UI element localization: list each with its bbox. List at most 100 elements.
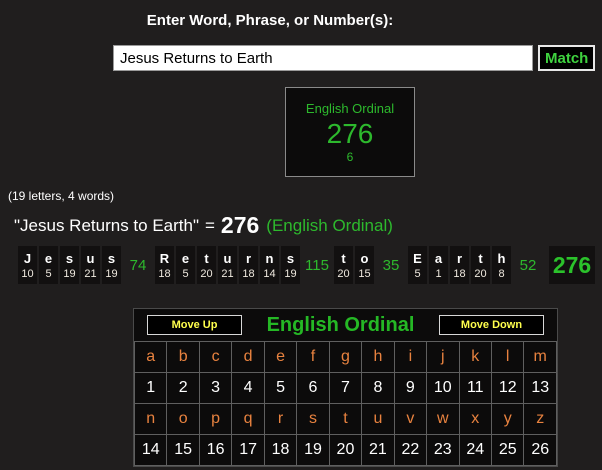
cipher-result-box[interactable]: English Ordinal 276 6 xyxy=(285,87,415,177)
breakdown-word: E 5 a 1 r 18 t 20 h 8 xyxy=(408,246,511,284)
breakdown-letter-value: 5 xyxy=(45,267,52,280)
breakdown-word-sum: 35 xyxy=(382,256,400,274)
cipher-table-title: English Ordinal xyxy=(266,313,415,336)
breakdown-letter-value: 21 xyxy=(84,267,97,280)
grid-value-cell: 16 xyxy=(198,434,233,466)
grid-value-cell: 10 xyxy=(426,372,460,404)
grid-value-cell: 5 xyxy=(263,372,298,404)
grid-value-cell: 24 xyxy=(458,434,492,466)
grid-value-cell: 7 xyxy=(328,372,363,404)
breakdown-letter-cell: t 20 xyxy=(197,246,216,284)
breakdown-letter: r xyxy=(456,250,463,266)
equation-value: 276 xyxy=(220,212,260,238)
breakdown-letter-cell: u 21 xyxy=(218,246,237,284)
breakdown-letter: s xyxy=(107,250,116,266)
grid-value-cell: 26 xyxy=(523,434,557,466)
breakdown-letter: J xyxy=(23,250,32,266)
breakdown-letter-value: 21 xyxy=(221,267,234,280)
grid-value-cell: 20 xyxy=(328,434,363,466)
grid-value-cell: 25 xyxy=(490,434,525,466)
grid-letter-cell: x xyxy=(458,403,492,435)
grid-value-cell: 17 xyxy=(231,434,265,466)
phrase-input[interactable] xyxy=(113,45,533,71)
equation-line: "Jesus Returns to Earth" = 276 (English … xyxy=(14,212,602,239)
grid-value-cell: 12 xyxy=(490,372,525,404)
breakdown-letter-value: 1 xyxy=(435,267,442,280)
breakdown-letter-cell: R 18 xyxy=(155,246,174,284)
breakdown-word: R 18 e 5 t 20 u 21 r 18 n 14 s 19 xyxy=(155,246,300,284)
breakdown-letter-value: 19 xyxy=(284,267,297,280)
breakdown-letter: s xyxy=(65,250,74,266)
breakdown-letter-cell: E5 xyxy=(408,246,427,284)
letter-breakdown-row: J 10 e 5 s 19 u 21 s 19 74 R 18 e 5 t 20 u 21 r 18 n 14 s 19 115 t… xyxy=(18,246,602,284)
grid-letter-cell: r xyxy=(263,403,298,435)
breakdown-letter-cell: t 20 xyxy=(334,246,353,284)
grid-letter-cell: l xyxy=(490,341,525,373)
breakdown-letter-value: 5 xyxy=(414,267,421,280)
breakdown-letter-cell: o 15 xyxy=(355,246,374,284)
grid-value-cell: 1 xyxy=(133,372,168,404)
breakdown-letter-value: 19 xyxy=(63,267,76,280)
breakdown-letter-value: 20 xyxy=(200,267,213,280)
breakdown-letter: e xyxy=(44,250,53,266)
breakdown-letter: t xyxy=(341,250,346,266)
grid-letter-cell: d xyxy=(231,341,265,373)
grid-value-cell: 19 xyxy=(296,434,330,466)
breakdown-letter-cell: n 14 xyxy=(260,246,279,284)
grid-value-cell: 13 xyxy=(523,372,557,404)
grid-value-cell: 23 xyxy=(426,434,460,466)
breakdown-letter-value: 8 xyxy=(498,267,505,280)
grid-letter-cell: b xyxy=(166,341,200,373)
move-up-button[interactable]: Move Up xyxy=(147,315,242,335)
match-button[interactable]: Match xyxy=(538,45,596,71)
grid-letter-cell: e xyxy=(263,341,298,373)
grid-letter-cell: t xyxy=(328,403,363,435)
grid-letter-cell: n xyxy=(133,403,168,435)
cipher-value: 276 xyxy=(326,118,374,149)
breakdown-letter-cell: u 21 xyxy=(81,246,100,284)
equation-phrase: "Jesus Returns to Earth" xyxy=(14,215,199,235)
cipher-grid: a b c d e f g h i j k l m 1 2 3 4 5 6 7 8 9 10 11 12 13 n o p q r s t u v w… xyxy=(133,341,557,466)
grid-letter-cell: u xyxy=(361,403,395,435)
grid-value-cell: 21 xyxy=(361,434,395,466)
grid-value-cell: 14 xyxy=(133,434,168,466)
move-down-button[interactable]: Move Down xyxy=(438,315,544,335)
breakdown-letter-cell: e5 xyxy=(39,246,58,284)
breakdown-letter-cell: e5 xyxy=(176,246,195,284)
breakdown-letter: E xyxy=(413,250,422,266)
breakdown-letter: s xyxy=(286,250,295,266)
breakdown-letter-cell: a1 xyxy=(429,246,448,284)
grid-value-cell: 9 xyxy=(393,372,428,404)
grid-letter-cell: p xyxy=(198,403,233,435)
letters-words-count: (19 letters, 4 words) xyxy=(8,189,115,203)
breakdown-letter: R xyxy=(159,250,170,266)
grid-letter-cell: c xyxy=(198,341,233,373)
breakdown-letter-cell: s 19 xyxy=(102,246,121,284)
breakdown-letter: n xyxy=(265,250,274,266)
cipher-table-header: Move Up English Ordinal Move Down xyxy=(134,309,557,341)
grid-value-cell: 22 xyxy=(393,434,428,466)
breakdown-letter: u xyxy=(223,250,232,266)
breakdown-letter: u xyxy=(86,250,95,266)
breakdown-letter: e xyxy=(181,250,190,266)
grid-value-cell: 3 xyxy=(198,372,233,404)
breakdown-letter-value: 20 xyxy=(474,267,487,280)
grid-letter-cell: g xyxy=(328,341,363,373)
equation-cipher: (English Ordinal) xyxy=(266,215,393,235)
search-bar: Match xyxy=(113,45,602,71)
breakdown-letter-cell: r 18 xyxy=(450,246,469,284)
grid-letter-cell: q xyxy=(231,403,265,435)
breakdown-letter-value: 19 xyxy=(105,267,118,280)
breakdown-letter: t xyxy=(478,250,483,266)
breakdown-letter-value: 18 xyxy=(453,267,466,280)
breakdown-total: 276 xyxy=(549,246,595,284)
breakdown-letter-value: 18 xyxy=(158,267,171,280)
grid-letter-cell: o xyxy=(166,403,200,435)
grid-letter-cell: k xyxy=(458,341,492,373)
cipher-table: Move Up English Ordinal Move Down abcdef… xyxy=(133,308,558,467)
breakdown-letter: o xyxy=(360,250,369,266)
grid-letter-cell: v xyxy=(393,403,428,435)
breakdown-letter: r xyxy=(245,250,252,266)
page-title: Enter Word, Phrase, or Number(s): xyxy=(146,12,394,29)
grid-value-cell: 6 xyxy=(296,372,330,404)
